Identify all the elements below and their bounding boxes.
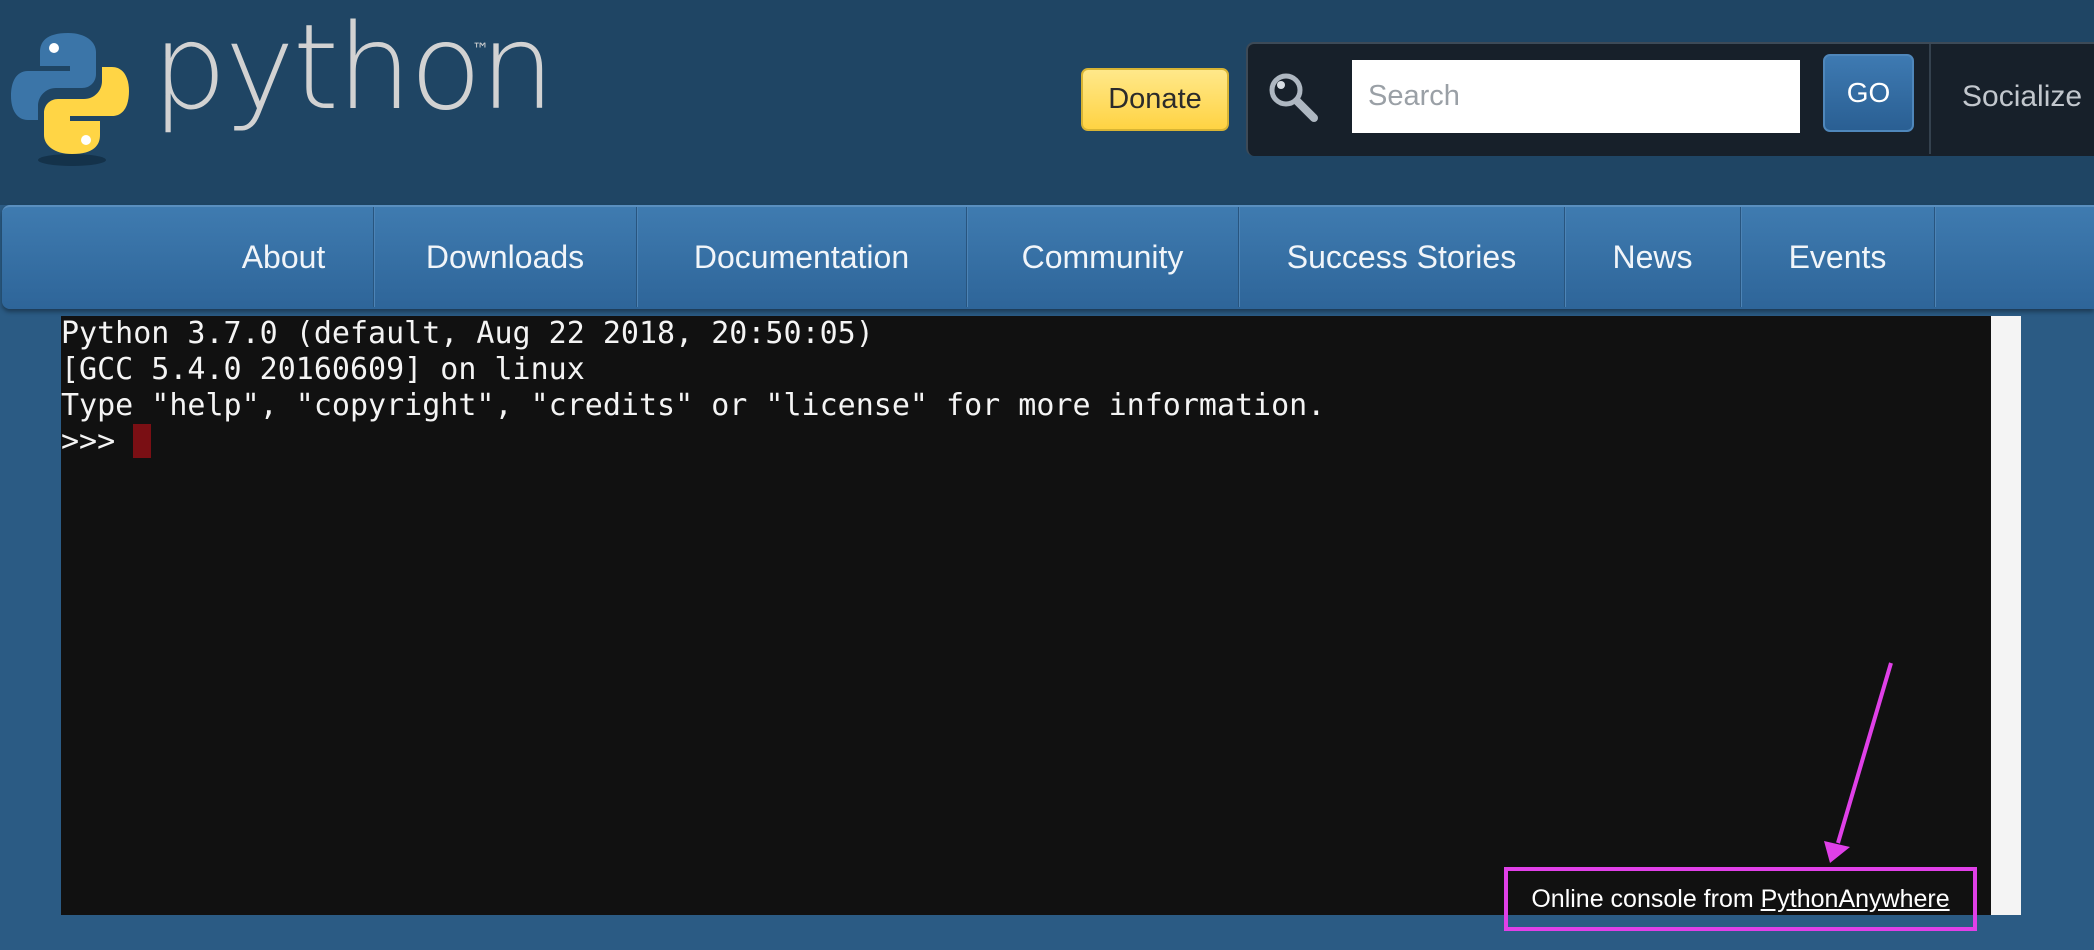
python-console[interactable]: Python 3.7.0 (default, Aug 22 2018, 20:5… [61, 316, 1991, 915]
python-wordmark[interactable]: python [152, 8, 555, 126]
console-banner-line: [GCC 5.4.0 20160609] on linux [61, 352, 585, 387]
trademark-symbol: ™ [472, 40, 489, 60]
search-input[interactable] [1352, 60, 1800, 133]
nav-item-success-stories[interactable]: Success Stories [1239, 207, 1565, 307]
credit-text: Online console from [1531, 884, 1761, 913]
console-scrollbar[interactable] [1991, 316, 2021, 915]
nav-item-documentation[interactable]: Documentation [637, 207, 967, 307]
python-logo-icon[interactable] [10, 30, 130, 170]
nav-item-about[interactable]: About [194, 207, 374, 307]
magnifier-icon [1269, 73, 1318, 122]
nav-item-events[interactable]: Events [1741, 207, 1935, 307]
socialize-button[interactable]: Socialize [1962, 80, 2082, 114]
main-nav: About Downloads Documentation Community … [2, 205, 2094, 309]
header-divider [1929, 44, 1931, 154]
nav-item-downloads[interactable]: Downloads [374, 207, 637, 307]
console-banner-line: Type "help", "copyright", "credits" or "… [61, 388, 1326, 423]
console-credit: Online console from PythonAnywhere [1504, 867, 1977, 931]
pythonanywhere-link[interactable]: PythonAnywhere [1761, 885, 1950, 914]
nav-item-news[interactable]: News [1565, 207, 1741, 307]
annotation-arrow-icon [1824, 662, 1893, 863]
nav-item-community[interactable]: Community [967, 207, 1239, 307]
console-cursor [133, 424, 151, 458]
console-banner-line: Python 3.7.0 (default, Aug 22 2018, 20:5… [61, 316, 874, 351]
console-prompt: >>> [61, 424, 134, 459]
go-button[interactable]: GO [1823, 54, 1914, 132]
donate-button[interactable]: Donate [1081, 68, 1229, 131]
